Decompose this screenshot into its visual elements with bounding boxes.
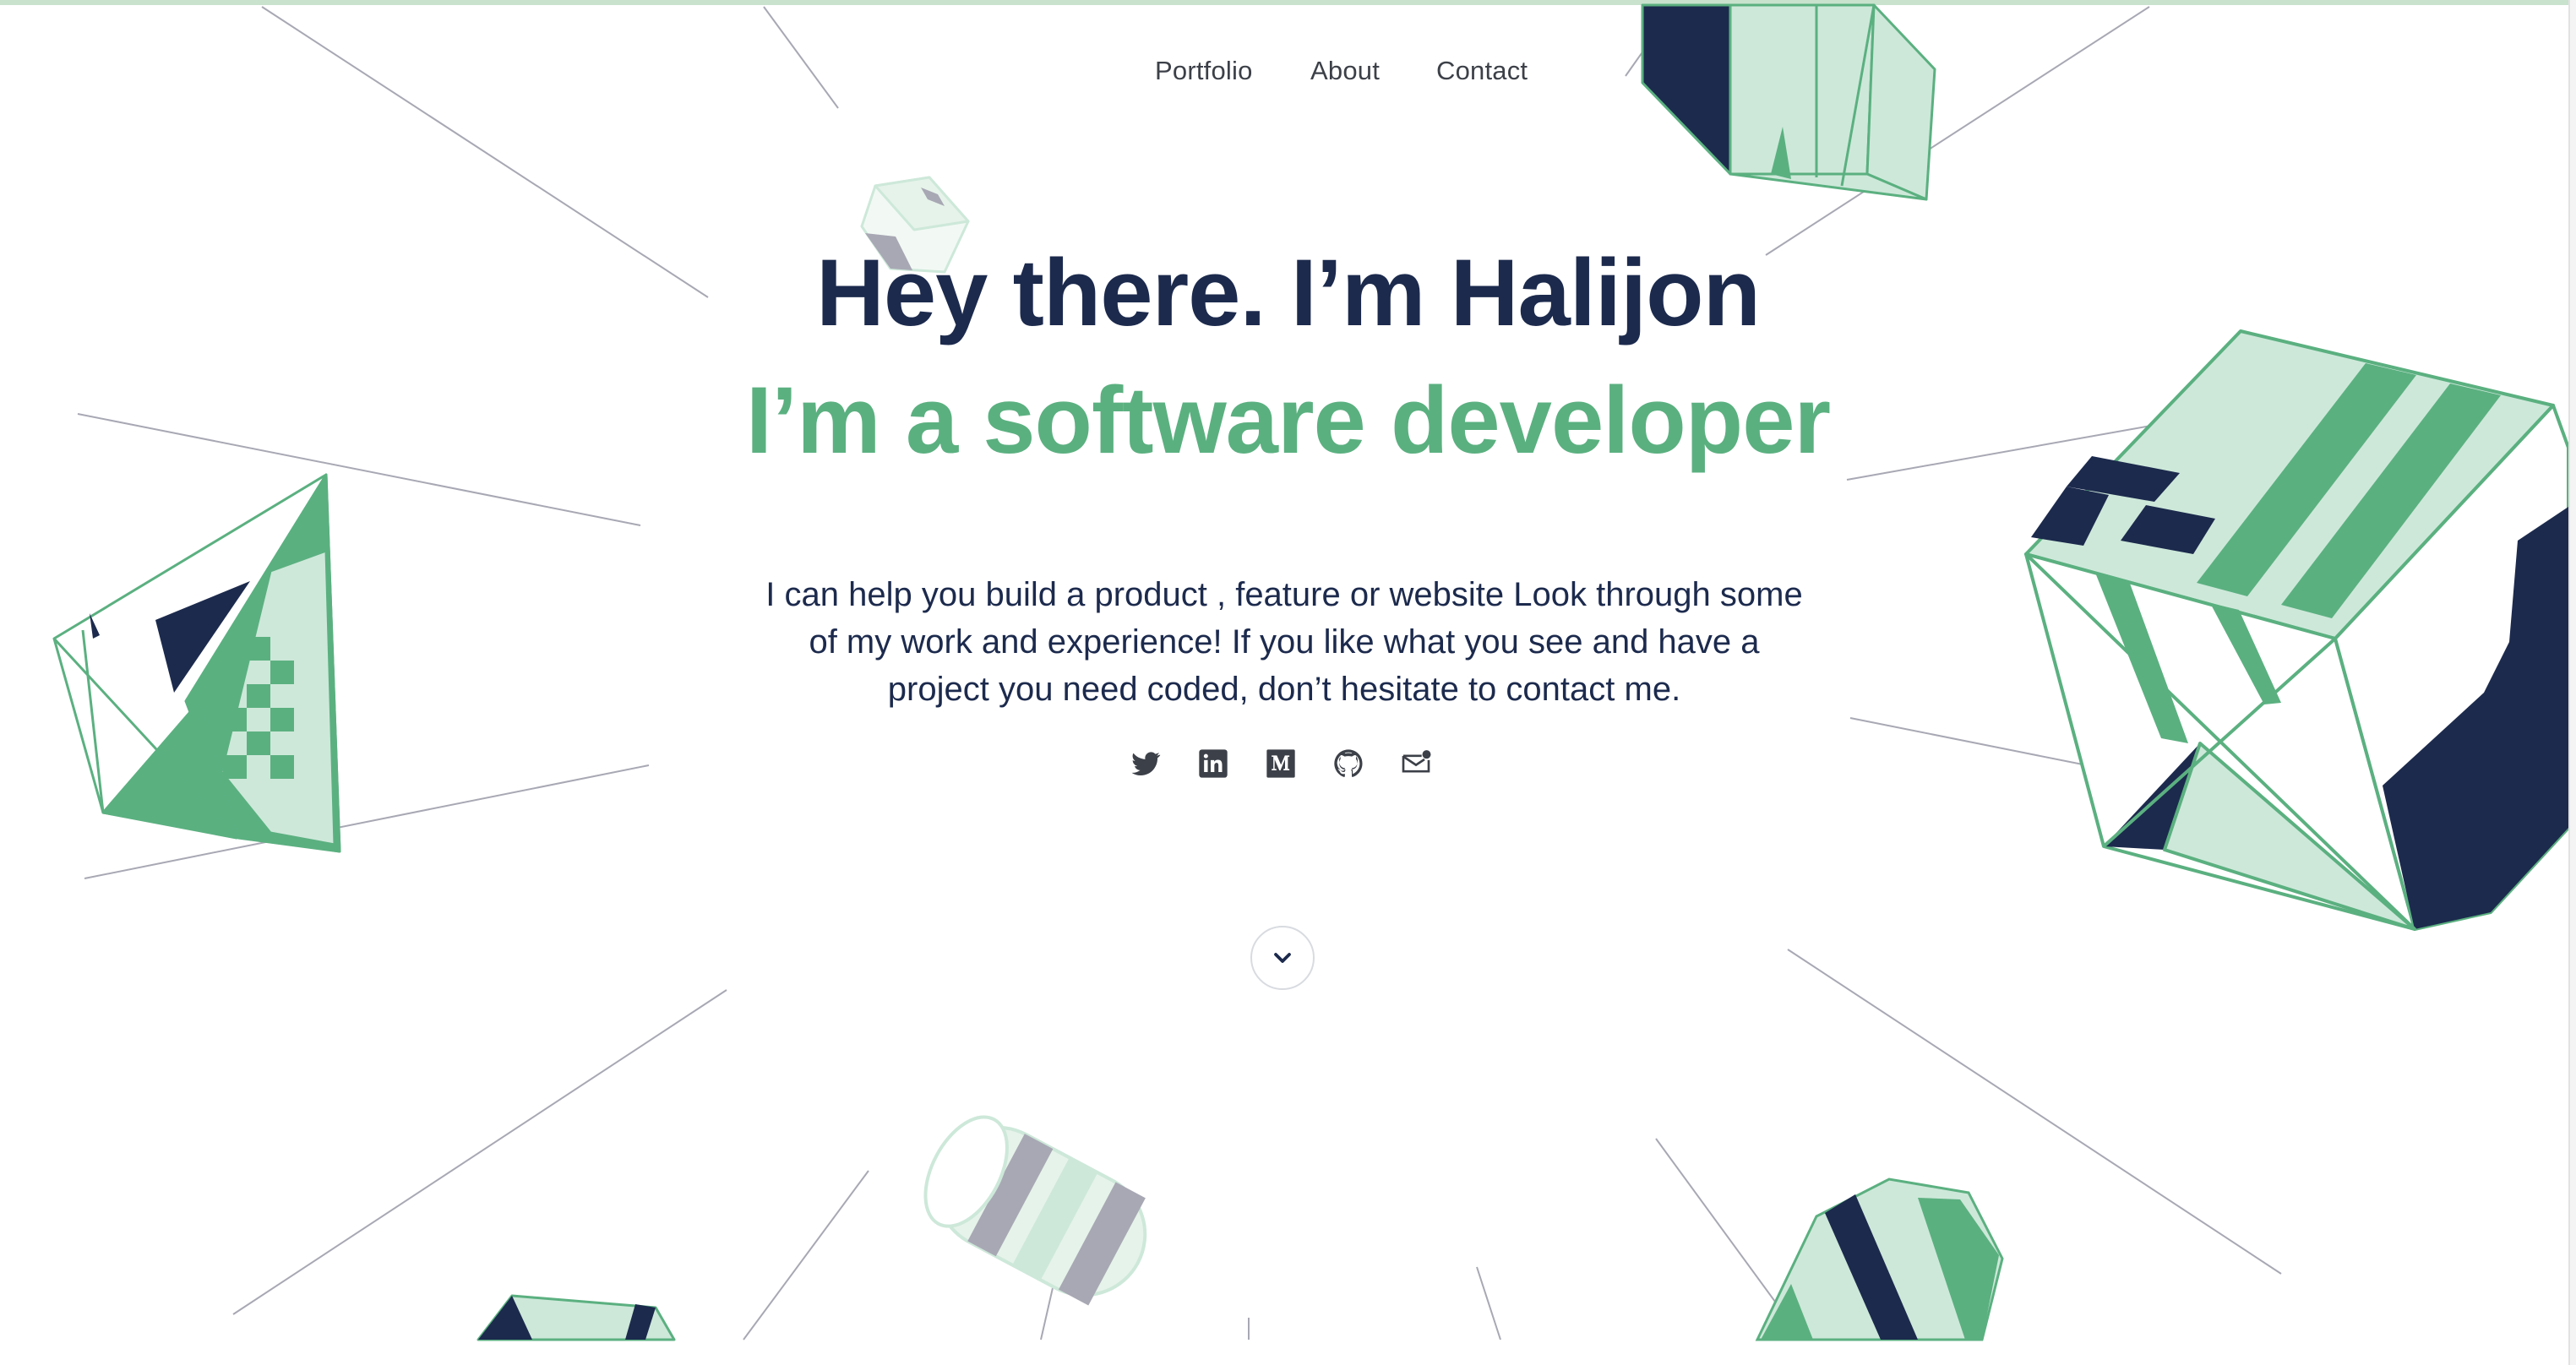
nav-link-contact[interactable]: Contact (1436, 56, 1528, 86)
nav-link-about[interactable]: About (1310, 56, 1380, 86)
mail-icon[interactable] (1399, 747, 1433, 780)
bottom-right-capsule-shape (1755, 1177, 2004, 1341)
intro-text: I can help you build a product , feature… (765, 576, 1803, 708)
hero-role: I’m a software developer (745, 367, 1831, 473)
linkedin-icon[interactable] (1196, 747, 1230, 780)
bottom-left-prism-shape (477, 1294, 676, 1341)
social-links (1129, 747, 1450, 784)
medium-icon[interactable] (1264, 747, 1298, 780)
top-cube-shape (1641, 3, 1936, 201)
chevron-down-icon (1274, 953, 1291, 963)
bottom-pill-shape (923, 1115, 1147, 1306)
nav-link-portfolio[interactable]: Portfolio (1155, 56, 1253, 86)
github-icon[interactable] (1332, 747, 1365, 780)
main-nav: Portfolio About Contact (0, 56, 2576, 93)
left-prism-shape (52, 473, 341, 853)
hero-greeting: Hey there. I’m Halijon (816, 240, 1761, 345)
twitter-icon[interactable] (1129, 747, 1163, 780)
scroll-down-button[interactable] (1250, 926, 1315, 990)
page-scrollbar-edge (2568, 0, 2576, 1365)
